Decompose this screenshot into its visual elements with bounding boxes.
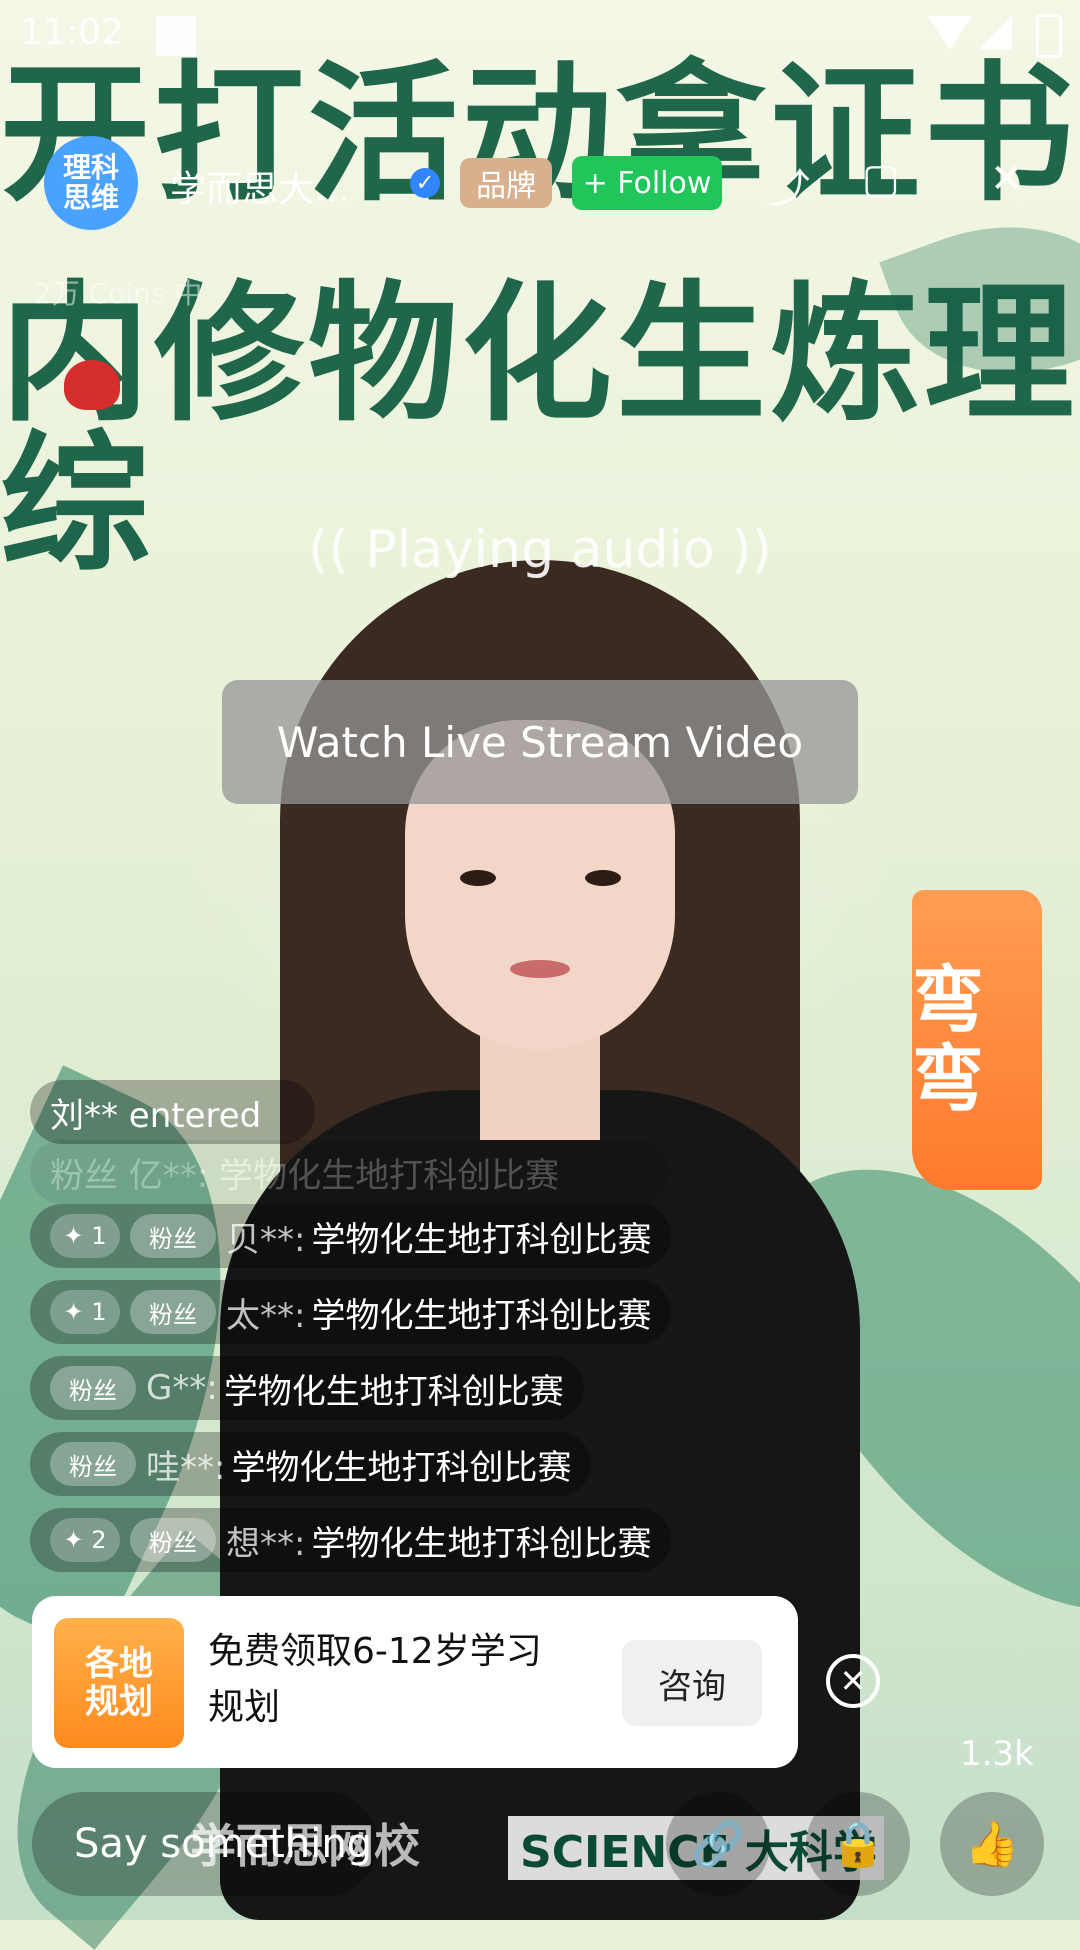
side-tag: 弯弯 (912, 890, 1042, 1190)
share-icon[interactable]: ⤴ (770, 156, 810, 214)
chat-message: 学物化生地打科创比赛 (311, 1219, 652, 1260)
chat-row: 粉丝 G**: 学物化生地打科创比赛 (30, 1356, 584, 1420)
fan-badge: 粉丝 (50, 1442, 136, 1486)
promo-text: 免费领取6-12岁学习规划 (208, 1631, 542, 1728)
chat-message: 学物化生地打科创比赛 (223, 1371, 564, 1412)
chat-message: 学物化生地打科创比赛 (231, 1447, 572, 1488)
level-badge: ✦ 1 (50, 1290, 120, 1334)
fan-badge: 粉丝 (130, 1214, 216, 1258)
streamer-avatar[interactable]: 理科 思维 (44, 136, 138, 230)
like-icon[interactable]: 👍 (940, 1792, 1044, 1896)
level-badge: ✦ 1 (50, 1214, 120, 1258)
side-tag-text: 弯弯 (912, 957, 985, 1121)
wifi-icon (928, 16, 972, 50)
chat-user[interactable]: 太**: (226, 1288, 305, 1337)
status-bar: 11:02 (0, 0, 1080, 70)
chat-message: 学物化生地打科创比赛 (311, 1523, 652, 1564)
host-eye (585, 870, 621, 886)
brand-badge: 品牌 (460, 158, 552, 208)
battery-icon (1036, 14, 1062, 58)
status-time: 11:02 (20, 12, 124, 53)
entered-text: 刘** entered (50, 1095, 262, 1136)
fan-badge: 粉丝 (50, 1366, 136, 1410)
chat-user[interactable]: 哇**: (146, 1440, 225, 1489)
lock-icon[interactable]: 🔒 (806, 1792, 910, 1896)
chat-user[interactable]: 贝**: (226, 1212, 305, 1261)
window-icon[interactable]: ▢ (862, 156, 900, 202)
promo-image: 各地 规划 (54, 1618, 184, 1748)
follow-button[interactable]: + Follow (572, 156, 722, 210)
host-eye (460, 870, 496, 886)
consult-button[interactable]: 咨询 (622, 1640, 762, 1726)
fan-badge: 粉丝 (130, 1518, 216, 1562)
streamer-name[interactable]: 学而思大… (170, 160, 350, 212)
playing-audio-label: (( Playing audio )) (308, 520, 772, 580)
like-count: 1.3k (960, 1734, 1034, 1774)
chat-user[interactable]: 想**: (226, 1516, 305, 1565)
notification-icon (156, 16, 196, 56)
faded-text: 粉丝 亿**: 学物化生地打科创比赛 (50, 1155, 560, 1196)
close-promo-icon[interactable]: ✕ (826, 1654, 880, 1708)
signal-icon (978, 16, 1012, 50)
chat-row: 粉丝 哇**: 学物化生地打科创比赛 (30, 1432, 592, 1496)
chat-row: ✦ 2 粉丝 想**: 学物化生地打科创比赛 (30, 1508, 672, 1572)
watch-live-stream-button[interactable]: Watch Live Stream Video (222, 680, 858, 804)
chat-user[interactable]: G**: (146, 1368, 218, 1408)
entered-notice: 刘** entered (30, 1080, 315, 1144)
link-icon[interactable]: 🔗 (666, 1792, 770, 1896)
chat-row-faded: 粉丝 亿**: 学物化生地打科创比赛 (30, 1140, 670, 1204)
promo-card[interactable]: 各地 规划 免费领取6-12岁学习规划 咨询 (32, 1596, 798, 1768)
close-icon[interactable]: ✕ (990, 156, 1024, 202)
coins-label: 2万 Coins 中 (34, 277, 203, 310)
verified-icon: ✓ (410, 168, 440, 198)
watermark-logo: 学而思网校 (190, 1819, 420, 1873)
host-lips (510, 960, 570, 978)
gift-bag-icon[interactable] (64, 360, 120, 410)
chat-row: ✦ 1 粉丝 太**: 学物化生地打科创比赛 (30, 1280, 672, 1344)
chat-row: ✦ 1 粉丝 贝**: 学物化生地打科创比赛 (30, 1204, 672, 1268)
level-badge: ✦ 2 (50, 1518, 120, 1562)
fan-badge: 粉丝 (130, 1290, 216, 1334)
chat-message: 学物化生地打科创比赛 (311, 1295, 652, 1336)
